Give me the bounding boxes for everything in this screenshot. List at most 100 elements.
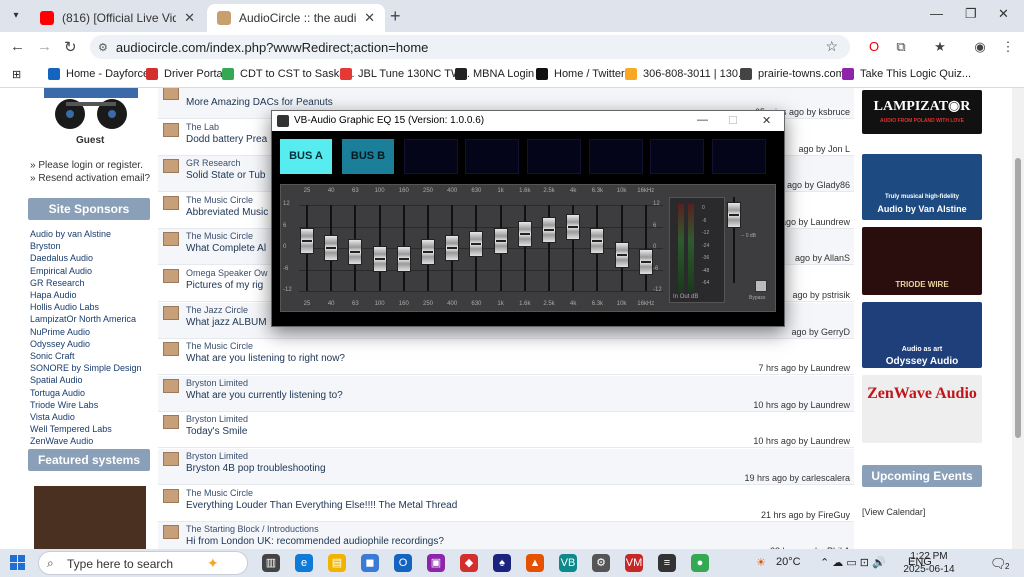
sponsor-link[interactable]: Daedalus Audio — [30, 252, 142, 264]
apps-icon[interactable]: ⊞ — [12, 68, 21, 81]
band-fader-25[interactable] — [300, 227, 314, 254]
post-subject[interactable]: What jazz ALBUM — [186, 317, 267, 328]
bookmark-star-icon[interactable]: ☆ — [825, 38, 838, 55]
bus-slot-empty[interactable] — [650, 139, 704, 174]
close-window-icon[interactable]: ✕ — [998, 6, 1009, 22]
eq-titlebar[interactable]: VB-Audio Graphic EQ 15 (Version: 1.0.0.6… — [272, 111, 784, 131]
van-alstine-ad[interactable]: Truly musical high-fidelity Audio by Van… — [862, 154, 982, 220]
profile-icon[interactable]: ◉ — [972, 39, 988, 55]
shield-icon[interactable]: ◆ — [460, 554, 478, 572]
post-subject[interactable]: Hi from London UK: recommended audiophil… — [186, 536, 444, 547]
extensions-icon[interactable]: ⧉ — [893, 39, 909, 55]
opera-icon[interactable]: O — [866, 39, 882, 55]
post-subject[interactable]: Pictures of my rig — [186, 280, 263, 291]
sponsor-link[interactable]: ZenWave Audio — [30, 435, 142, 447]
photos-icon[interactable]: ▣ — [427, 554, 445, 572]
band-fader-400[interactable] — [445, 235, 460, 261]
bookmark-mbna[interactable]: MBNA Login — [455, 68, 534, 80]
sponsor-link[interactable]: SONORE by Simple Design — [30, 362, 142, 374]
sponsor-link[interactable]: Hollis Audio Labs — [30, 301, 142, 313]
tab-search-icon[interactable]: ▾ — [6, 6, 26, 26]
task-view-icon[interactable]: ▥ — [262, 554, 280, 572]
band-fader-160[interactable] — [396, 245, 411, 272]
bookmark-twitter[interactable]: Home / Twitter — [536, 68, 625, 80]
post-board[interactable]: The Starting Block / Introductions — [186, 524, 319, 534]
post-subject[interactable]: Today's Smile — [186, 426, 247, 437]
new-tab-button[interactable]: + — [390, 6, 401, 27]
bus-slot-empty[interactable] — [712, 139, 766, 174]
post-board[interactable]: The Lab — [186, 122, 219, 132]
outlook-icon[interactable]: O — [394, 554, 412, 572]
band-fader-1.6k[interactable] — [517, 220, 532, 247]
band-fader-630[interactable] — [469, 231, 484, 258]
band-fader-6.3k[interactable] — [590, 227, 605, 254]
eq-close-icon[interactable]: ✕ — [762, 114, 771, 127]
minimize-icon[interactable]: — — [930, 6, 943, 21]
post-subject[interactable]: What Complete Al — [186, 243, 266, 254]
sponsor-link[interactable]: Bryston — [30, 240, 142, 252]
chrome-icon[interactable]: ● — [691, 554, 709, 572]
post-board[interactable]: The Music Circle — [186, 231, 253, 241]
band-fader-4k[interactable] — [566, 213, 581, 240]
close-tab-icon[interactable]: ✕ — [364, 10, 375, 26]
restore-icon[interactable]: ❐ — [965, 6, 977, 22]
post-board[interactable]: The Music Circle — [186, 195, 253, 205]
bus-slot-empty[interactable] — [404, 139, 458, 174]
band-fader-100[interactable] — [372, 245, 387, 272]
close-tab-icon[interactable]: ✕ — [184, 10, 195, 26]
scrollbar-thumb[interactable] — [1015, 158, 1021, 438]
post-subject[interactable]: Everything Louder Than Everything Else!!… — [186, 500, 457, 511]
weather-icon[interactable]: ☀ — [756, 556, 766, 569]
sponsor-link[interactable]: Audio by van Alstine — [30, 228, 142, 240]
resend-activation-link[interactable]: » Resend activation email? — [30, 172, 150, 185]
band-fader-40[interactable] — [324, 235, 339, 261]
clock[interactable]: 1:22 PM 2025-06-14 — [894, 550, 964, 576]
bookmark-driver-portal[interactable]: Driver Portal — [146, 68, 225, 80]
post-subject[interactable]: Dodd battery Prea — [186, 134, 267, 145]
band-fader-2.5k[interactable] — [542, 217, 556, 244]
forward-icon[interactable]: → — [37, 38, 52, 55]
bus-slot-empty[interactable] — [527, 139, 581, 174]
tab-audiocircle[interactable]: AudioCircle :: the audio and hifi ✕ — [207, 4, 385, 32]
view-calendar-link[interactable]: [View Calendar] — [862, 507, 925, 517]
band-fader-63[interactable] — [348, 238, 363, 265]
odyssey-audio-ad[interactable]: Audio as art Odyssey Audio — [862, 302, 982, 368]
sponsor-link[interactable]: Sonic Craft — [30, 350, 142, 362]
sponsor-link[interactable]: GR Research — [30, 277, 142, 289]
system-tray-icons[interactable]: ⌃ ☁ ▭ ⊡ 🔊 — [820, 556, 886, 569]
lampizator-ad[interactable]: LAMPIZAT◉R AUDIO FROM POLAND WITH LOVE — [862, 90, 982, 134]
voice-meeter2-icon[interactable]: VM — [625, 554, 643, 572]
bus-slot-empty[interactable] — [465, 139, 519, 174]
address-bar[interactable]: ⚙ audiocircle.com/index.php?wwwRedirect;… — [90, 35, 850, 59]
solitaire-icon[interactable]: ♠ — [493, 554, 511, 572]
windows-start-icon[interactable] — [10, 555, 26, 571]
sponsor-link[interactable]: NuPrime Audio — [30, 326, 142, 338]
master-gain-fader[interactable] — [727, 202, 741, 228]
menu-icon[interactable]: ⋮ — [1000, 39, 1016, 55]
post-board[interactable]: The Music Circle — [186, 488, 253, 498]
sponsor-link[interactable]: Empirical Audio — [30, 265, 142, 277]
post-subject[interactable]: Abbreviated Music — [186, 207, 268, 218]
sponsor-link[interactable]: Triode Wire Labs — [30, 399, 142, 411]
store-icon[interactable]: ◼ — [361, 554, 379, 572]
sponsor-link[interactable]: Spatial Audio — [30, 374, 142, 386]
eq-icon[interactable]: ≡ — [658, 554, 676, 572]
sponsor-link[interactable]: Well Tempered Labs — [30, 423, 142, 435]
post-subject[interactable]: What are you currently listening to? — [186, 390, 343, 401]
bookmark-jbl[interactable]: JBL Tune 130NC TW... — [340, 68, 470, 80]
band-fader-1k[interactable] — [493, 227, 508, 254]
reading-list-icon[interactable]: ★ — [932, 39, 948, 55]
bookmark-cdt[interactable]: CDT to CST to Saska... — [222, 68, 355, 80]
voicemeeter-icon[interactable]: VB — [559, 554, 577, 572]
sponsor-link[interactable]: LampizatOr North America — [30, 313, 142, 325]
page-scrollbar[interactable] — [1012, 88, 1024, 549]
sponsor-link[interactable]: Odyssey Audio — [30, 338, 142, 350]
band-fader-16khz[interactable] — [638, 249, 653, 276]
eq-minimize-icon[interactable]: — — [697, 114, 708, 126]
triode-wire-ad[interactable]: TRIODE WIRE — [862, 227, 982, 295]
post-board[interactable]: The Music Circle — [186, 341, 253, 351]
weather-temp[interactable]: 20°C — [776, 556, 801, 568]
taskbar-search[interactable]: ⌕ Type here to search ✦ — [38, 551, 248, 575]
post-subject[interactable]: Bryston 4B pop troubleshooting — [186, 463, 326, 474]
file-explorer-icon[interactable]: ▤ — [328, 554, 346, 572]
